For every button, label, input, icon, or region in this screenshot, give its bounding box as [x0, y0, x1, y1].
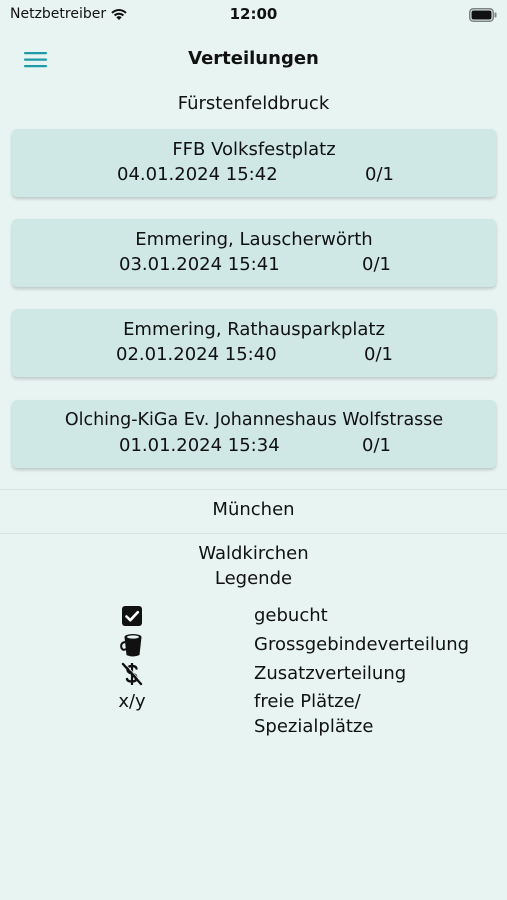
group-title-muenchen[interactable]: München — [0, 499, 507, 520]
distribution-card[interactable]: Emmering, Rathausparkplatz 02.01.2024 15… — [12, 309, 496, 377]
legend-label: Grossgebindeverteilung — [254, 634, 470, 655]
legend-title: Legende — [214, 568, 293, 589]
distribution-name: Emmering, Lauscherwörth — [135, 229, 373, 250]
group-title-waldkirchen[interactable]: Waldkirchen — [0, 543, 507, 564]
status-bar: Netzbetreiber 12:00 — [0, 0, 507, 28]
distribution-date: 04.01.2024 15:42 — [117, 164, 278, 185]
distribution-slots: 0/1 — [364, 344, 393, 365]
page-title: Verteilungen — [188, 48, 319, 69]
nav-bar: Verteilungen — [0, 40, 507, 80]
legend-label: freie Plätze/ — [254, 691, 361, 712]
divider — [0, 489, 507, 490]
distribution-name: Olching-KiGa Ev. Johanneshaus Wolfstrass… — [64, 410, 444, 430]
legend-label: Zusatzverteilung — [254, 663, 407, 684]
distribution-card[interactable]: Emmering, Lauscherwörth 03.01.2024 15:41… — [12, 219, 496, 287]
distribution-slots: 0/1 — [362, 254, 391, 275]
bucket-icon — [118, 632, 146, 663]
free-places-indicator: x/y — [118, 691, 146, 712]
distribution-name: Emmering, Rathausparkplatz — [123, 319, 385, 340]
checkbox-checked-icon — [118, 604, 146, 633]
legend-label-continued: Spezialplätze — [254, 716, 374, 737]
distribution-slots: 0/1 — [362, 435, 391, 456]
distribution-card[interactable]: FFB Volksfestplatz 04.01.2024 15:42 0/1 — [12, 129, 496, 197]
clock: 12:00 — [229, 5, 278, 23]
legend-label: gebucht — [254, 605, 328, 626]
divider — [0, 533, 507, 534]
distribution-date: 03.01.2024 15:41 — [119, 254, 280, 275]
distribution-name: FFB Volksfestplatz — [172, 139, 336, 160]
distribution-slots: 0/1 — [365, 164, 394, 185]
distribution-card[interactable]: Olching-KiGa Ev. Johanneshaus Wolfstrass… — [12, 400, 496, 468]
distribution-date: 01.01.2024 15:34 — [119, 435, 280, 456]
no-money-icon — [118, 661, 146, 692]
battery-icon — [469, 7, 497, 26]
distribution-date: 02.01.2024 15:40 — [116, 344, 277, 365]
group-title-fuerstenfeldbruck: Fürstenfeldbruck — [177, 93, 330, 114]
